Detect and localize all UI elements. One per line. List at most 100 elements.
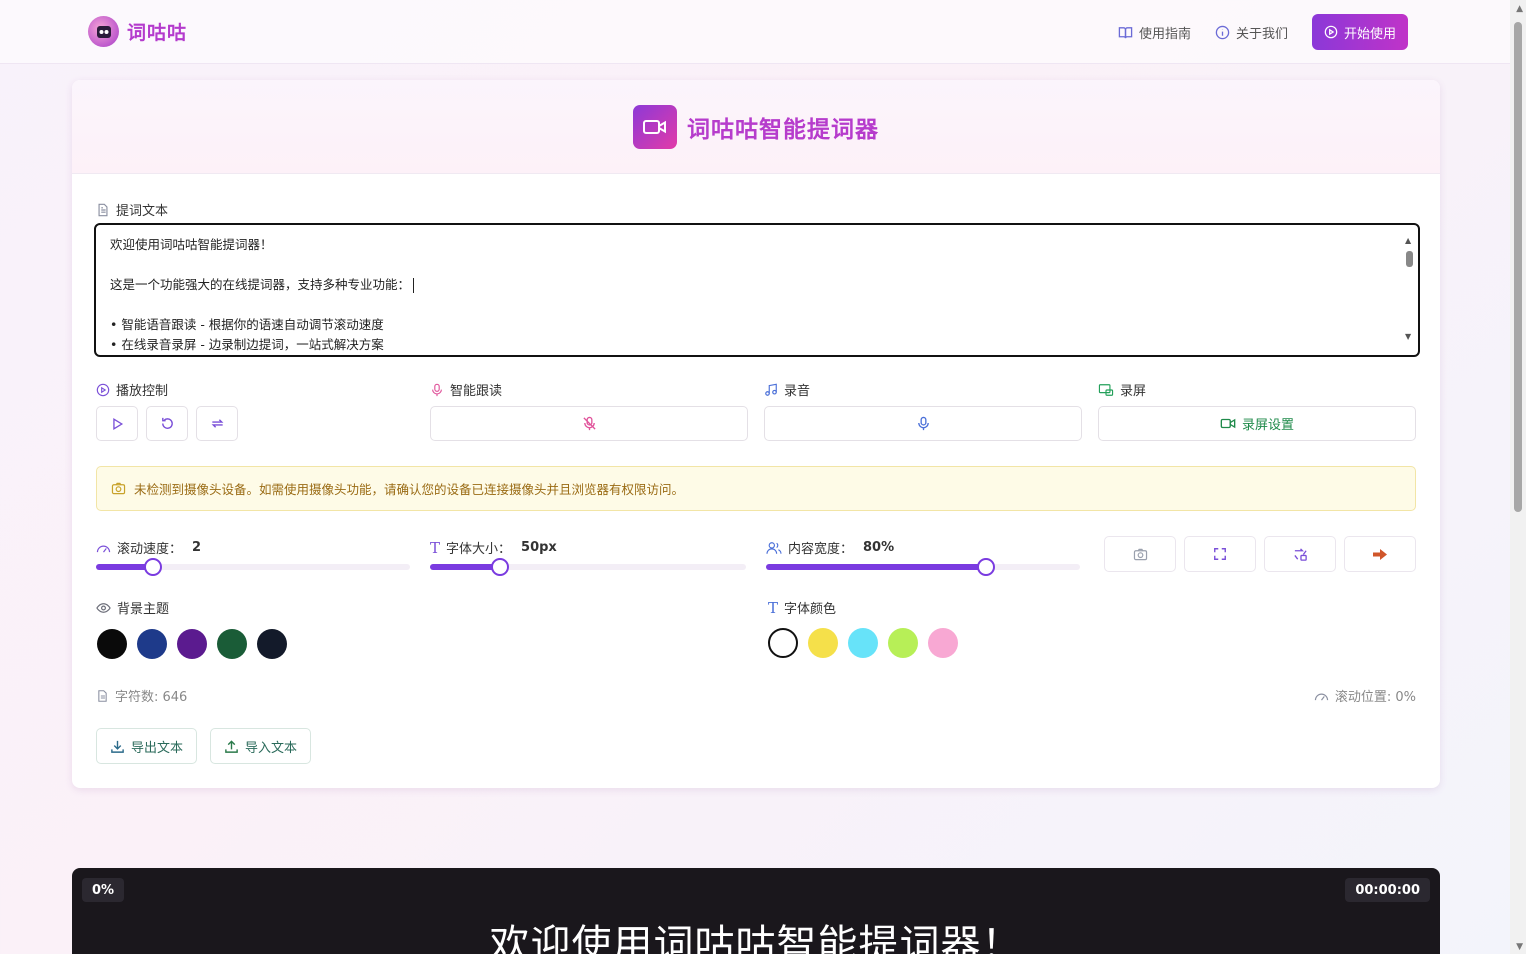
- nav-about-label: 关于我们: [1235, 26, 1288, 42]
- preview-text: 欢迎使用词咕咕智能提词器！: [489, 922, 1023, 954]
- font-size-slider[interactable]: [430, 558, 746, 576]
- bg-swatch[interactable]: [137, 629, 167, 659]
- gauge-icon: [1314, 693, 1328, 701]
- font-color-swatch[interactable]: [928, 628, 958, 658]
- camera-button[interactable]: [1104, 536, 1176, 572]
- record-label: 录音: [784, 384, 811, 399]
- book-icon: [1118, 26, 1133, 38]
- font-size-value: 50px: [521, 540, 557, 555]
- fullscreen-icon: [1214, 548, 1226, 560]
- camera-warning-text: 未检测到摄像头设备。如需使用摄像头功能，请确认您的设备已连接摄像头并且浏览器有权…: [134, 482, 685, 497]
- char-count-text: 字符数: 646: [115, 690, 188, 705]
- audio-record-button[interactable]: [764, 406, 1082, 441]
- record-section-label: 录音: [764, 380, 810, 399]
- timer-badge: 00:00:00: [1345, 878, 1430, 902]
- reset-button[interactable]: [146, 406, 188, 441]
- text-size-icon: T: [430, 538, 441, 557]
- microphone-off-icon: [582, 416, 596, 431]
- width-label-text: 内容宽度：: [788, 542, 854, 557]
- text-line: 这是一个功能强大的在线提词器，支持多种专业功能：: [110, 275, 1404, 295]
- script-textarea[interactable]: 欢迎使用词咕咕智能提词器！ ​ 这是一个功能强大的在线提词器，支持多种专业功能：…: [94, 223, 1420, 357]
- start-button[interactable]: 开始使用: [1311, 14, 1408, 50]
- text-line: ​: [110, 295, 1404, 315]
- nav-guide-link[interactable]: 使用指南: [1118, 23, 1191, 42]
- teleprompter-card: 词咕咕智能提词器 提词文本 欢迎使用词咕咕智能提词器！ ​ 这是一个功能强大的在…: [72, 80, 1440, 788]
- camera-warning-banner: 未检测到摄像头设备。如需使用摄像头功能，请确认您的设备已连接摄像头并且浏览器有权…: [96, 466, 1416, 511]
- font-color-label: T 字体颜色: [768, 598, 836, 618]
- info-icon: [1215, 25, 1230, 39]
- scroll-up-arrow-icon[interactable]: ▲: [1516, 4, 1523, 14]
- width-slider-handle[interactable]: [977, 558, 995, 576]
- follow-label: 智能跟读: [450, 384, 503, 399]
- bg-swatch[interactable]: [217, 629, 247, 659]
- bg-swatch[interactable]: [257, 629, 287, 659]
- text-section-label: 提词文本: [96, 200, 168, 219]
- screen-settings-label: 录屏设置: [1241, 418, 1294, 433]
- font-color-swatch[interactable]: [888, 628, 918, 658]
- scrollbar-thumb[interactable]: [1514, 22, 1522, 512]
- mirror-button[interactable]: [1264, 536, 1336, 572]
- font-size-label: T 字体大小： 50px: [430, 538, 557, 558]
- repeat-icon: [211, 419, 223, 428]
- playback-section-label: 播放控制: [96, 380, 168, 399]
- width-value: 80%: [863, 540, 895, 555]
- bg-swatch[interactable]: [177, 629, 207, 659]
- nav-guide-label: 使用指南: [1138, 26, 1191, 42]
- download-icon: [111, 740, 124, 753]
- fullscreen-button[interactable]: [1184, 536, 1256, 572]
- loop-button[interactable]: [196, 406, 238, 441]
- voice-follow-toggle[interactable]: [430, 406, 748, 441]
- direction-button[interactable]: [1344, 536, 1416, 572]
- upload-icon: [225, 739, 238, 753]
- scroll-position-text: 滚动位置: 0%: [1334, 690, 1416, 705]
- import-text-button[interactable]: 导入文本: [210, 728, 312, 764]
- font-color-swatch[interactable]: [848, 628, 878, 658]
- rotate-left-icon: [161, 417, 173, 429]
- text-label: 提词文本: [116, 204, 169, 219]
- logo-text: 词咕咕: [127, 22, 188, 44]
- text-line: ​: [110, 255, 1404, 275]
- start-label: 开始使用: [1343, 26, 1396, 42]
- teleprompter-preview: 0% 00:00:00 欢迎使用词咕咕智能提词器！: [72, 868, 1440, 954]
- users-icon: [766, 541, 782, 554]
- follow-section-label: 智能跟读: [430, 380, 502, 399]
- bg-swatch[interactable]: [97, 629, 127, 659]
- scroll-down-arrow-icon[interactable]: ▼: [1405, 327, 1411, 347]
- width-slider-fill: [766, 564, 986, 570]
- eye-icon: [96, 602, 111, 613]
- bg-theme-label: 背景主题: [96, 598, 169, 617]
- textarea-scrollbar[interactable]: ▲ ▼: [1404, 231, 1414, 347]
- export-text-button[interactable]: 导出文本: [96, 728, 198, 764]
- font-size-label-text: 字体大小：: [446, 542, 512, 557]
- logo[interactable]: 词咕咕: [88, 16, 187, 47]
- screen-section-label: 录屏: [1098, 380, 1146, 399]
- bg-theme-label-text: 背景主题: [117, 602, 170, 617]
- width-slider[interactable]: [766, 558, 1080, 576]
- scroll-down-arrow-icon[interactable]: ▼: [1516, 942, 1523, 952]
- speed-slider-handle[interactable]: [144, 558, 162, 576]
- speed-slider[interactable]: [96, 558, 410, 576]
- import-label: 导入文本: [245, 740, 298, 756]
- textarea-scroll-thumb[interactable]: [1406, 251, 1413, 267]
- screen-settings-button[interactable]: 录屏设置: [1098, 406, 1416, 441]
- font-size-slider-handle[interactable]: [491, 558, 509, 576]
- play-button[interactable]: [96, 406, 138, 441]
- camera-icon: [1133, 548, 1147, 560]
- speed-label-text: 滚动速度：: [117, 542, 183, 557]
- microphone-icon: [432, 383, 442, 396]
- width-label: 内容宽度： 80%: [766, 538, 894, 557]
- text-size-icon: T: [768, 598, 779, 617]
- page-scrollbar[interactable]: ▲ ▼: [1510, 0, 1526, 954]
- gauge-icon: [96, 545, 111, 553]
- nav-about-link[interactable]: 关于我们: [1215, 23, 1288, 42]
- music-note-icon: [765, 383, 777, 396]
- camera-icon: [111, 482, 126, 495]
- document-icon: [98, 203, 108, 216]
- font-color-swatch[interactable]: [768, 628, 798, 658]
- arrow-right-icon: [1373, 548, 1387, 560]
- screen-record-icon: [1098, 383, 1114, 396]
- font-color-swatch[interactable]: [808, 628, 838, 658]
- scroll-up-arrow-icon[interactable]: ▲: [1405, 231, 1411, 251]
- document-icon: [98, 689, 107, 702]
- logo-icon: [88, 16, 119, 47]
